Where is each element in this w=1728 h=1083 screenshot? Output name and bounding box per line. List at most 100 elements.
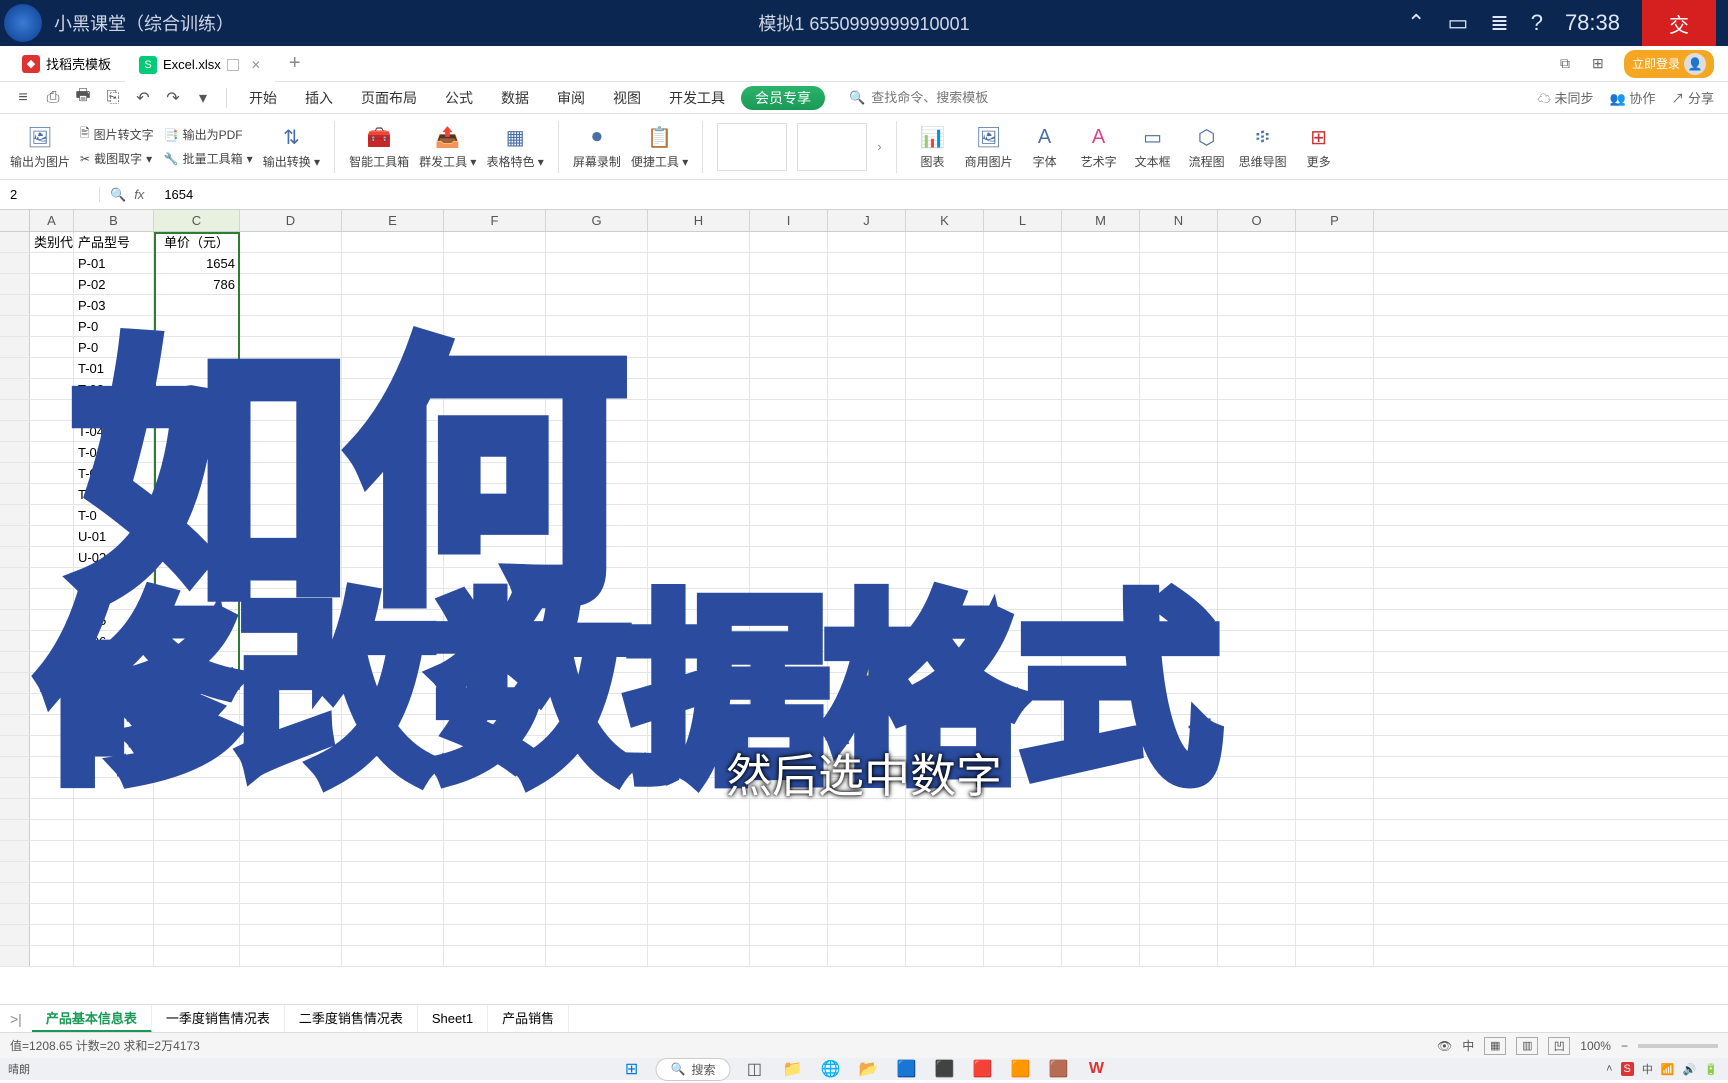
cell[interactable] [648, 925, 750, 945]
cell[interactable] [1218, 442, 1296, 462]
cell[interactable] [828, 862, 906, 882]
cell[interactable] [750, 904, 828, 924]
mindmap-button[interactable]: ፨思维导图 [1239, 123, 1287, 170]
cell[interactable] [984, 232, 1062, 252]
cell[interactable] [984, 295, 1062, 315]
cell[interactable] [1140, 421, 1218, 441]
smart-toolbox-button[interactable]: 🧰智能工具箱 [349, 123, 409, 170]
cell[interactable] [74, 946, 154, 966]
row-header[interactable] [0, 610, 30, 630]
cell[interactable] [30, 442, 74, 462]
cell[interactable] [648, 253, 750, 273]
cell[interactable] [648, 421, 750, 441]
cell[interactable] [444, 883, 546, 903]
cell[interactable] [906, 337, 984, 357]
cell[interactable] [30, 274, 74, 294]
sync-status[interactable]: 未同步 [1538, 88, 1594, 107]
cell[interactable] [1296, 694, 1374, 714]
cell[interactable] [1062, 442, 1140, 462]
cell[interactable] [1218, 778, 1296, 798]
cell[interactable] [1218, 316, 1296, 336]
export-convert-button[interactable]: ⇅输出转换 ▾ [263, 123, 320, 170]
cell[interactable] [546, 232, 648, 252]
template-thumb-2[interactable] [797, 123, 867, 171]
row-header[interactable] [0, 484, 30, 504]
cell[interactable] [984, 442, 1062, 462]
cell[interactable] [906, 253, 984, 273]
cell[interactable] [1140, 358, 1218, 378]
cell[interactable] [240, 841, 342, 861]
cell[interactable] [1218, 652, 1296, 672]
row-header[interactable] [0, 736, 30, 756]
explorer-icon[interactable]: 📁 [778, 1055, 806, 1083]
row-header[interactable] [0, 526, 30, 546]
view-page-icon[interactable]: ▥ [1516, 1037, 1538, 1055]
cell[interactable] [906, 442, 984, 462]
row-header[interactable] [0, 568, 30, 588]
app3-icon[interactable]: 🟧 [1006, 1055, 1034, 1083]
cell[interactable] [240, 883, 342, 903]
cell[interactable] [1062, 820, 1140, 840]
cell[interactable] [1218, 736, 1296, 756]
cell[interactable] [1218, 484, 1296, 504]
cell[interactable] [30, 358, 74, 378]
cell[interactable] [1218, 925, 1296, 945]
row-header[interactable] [0, 925, 30, 945]
cell[interactable] [1140, 337, 1218, 357]
cell[interactable] [1296, 232, 1374, 252]
cell[interactable]: 产品型号 [74, 232, 154, 252]
cell[interactable] [444, 925, 546, 945]
cell[interactable] [1218, 883, 1296, 903]
cell[interactable] [1296, 778, 1374, 798]
cell[interactable] [1218, 946, 1296, 966]
cell[interactable] [30, 463, 74, 483]
cell[interactable] [984, 862, 1062, 882]
cell[interactable] [342, 925, 444, 945]
cell[interactable] [750, 841, 828, 861]
cell[interactable] [1218, 862, 1296, 882]
row-header[interactable] [0, 631, 30, 651]
stock-image-button[interactable]: 🖼商用图片 [965, 123, 1013, 170]
cell[interactable] [750, 820, 828, 840]
table-features-button[interactable]: ▦表格特色 ▾ [486, 123, 543, 170]
cell[interactable] [1296, 337, 1374, 357]
cell[interactable] [750, 358, 828, 378]
cell[interactable] [342, 904, 444, 924]
cell[interactable] [1140, 883, 1218, 903]
cell[interactable] [984, 274, 1062, 294]
cell[interactable] [906, 421, 984, 441]
cell[interactable] [984, 484, 1062, 504]
cell[interactable] [30, 484, 74, 504]
cell[interactable] [828, 379, 906, 399]
export-pdf-button[interactable]: 📑 输出为PDF [164, 125, 253, 145]
cell[interactable] [74, 904, 154, 924]
cell[interactable] [984, 379, 1062, 399]
cell[interactable] [828, 358, 906, 378]
cell[interactable] [1296, 442, 1374, 462]
cell[interactable] [1296, 841, 1374, 861]
cell[interactable] [1140, 400, 1218, 420]
cell[interactable] [1062, 274, 1140, 294]
cell[interactable] [1218, 841, 1296, 861]
row-header[interactable] [0, 379, 30, 399]
search-icon[interactable]: 🔍 [110, 187, 126, 203]
col-header[interactable]: L [984, 210, 1062, 231]
tray-ime-icon[interactable]: 中 [1642, 1061, 1653, 1077]
cell[interactable] [1062, 484, 1140, 504]
cell[interactable] [1062, 337, 1140, 357]
tray-battery-icon[interactable]: 🔋 [1704, 1063, 1718, 1076]
cell[interactable] [546, 925, 648, 945]
cell[interactable] [906, 274, 984, 294]
batch-tools-button[interactable]: 🔧 批量工具箱 ▾ [164, 149, 253, 169]
cell[interactable] [1218, 547, 1296, 567]
cell[interactable] [984, 925, 1062, 945]
cell[interactable] [1218, 463, 1296, 483]
cell[interactable] [1296, 736, 1374, 756]
cell[interactable] [906, 505, 984, 525]
cell[interactable] [828, 337, 906, 357]
collab-button[interactable]: 👥 协作 [1610, 88, 1656, 107]
cell[interactable] [342, 946, 444, 966]
menu-icon[interactable]: ≡ [10, 86, 36, 110]
cell[interactable] [906, 883, 984, 903]
cell[interactable] [750, 400, 828, 420]
